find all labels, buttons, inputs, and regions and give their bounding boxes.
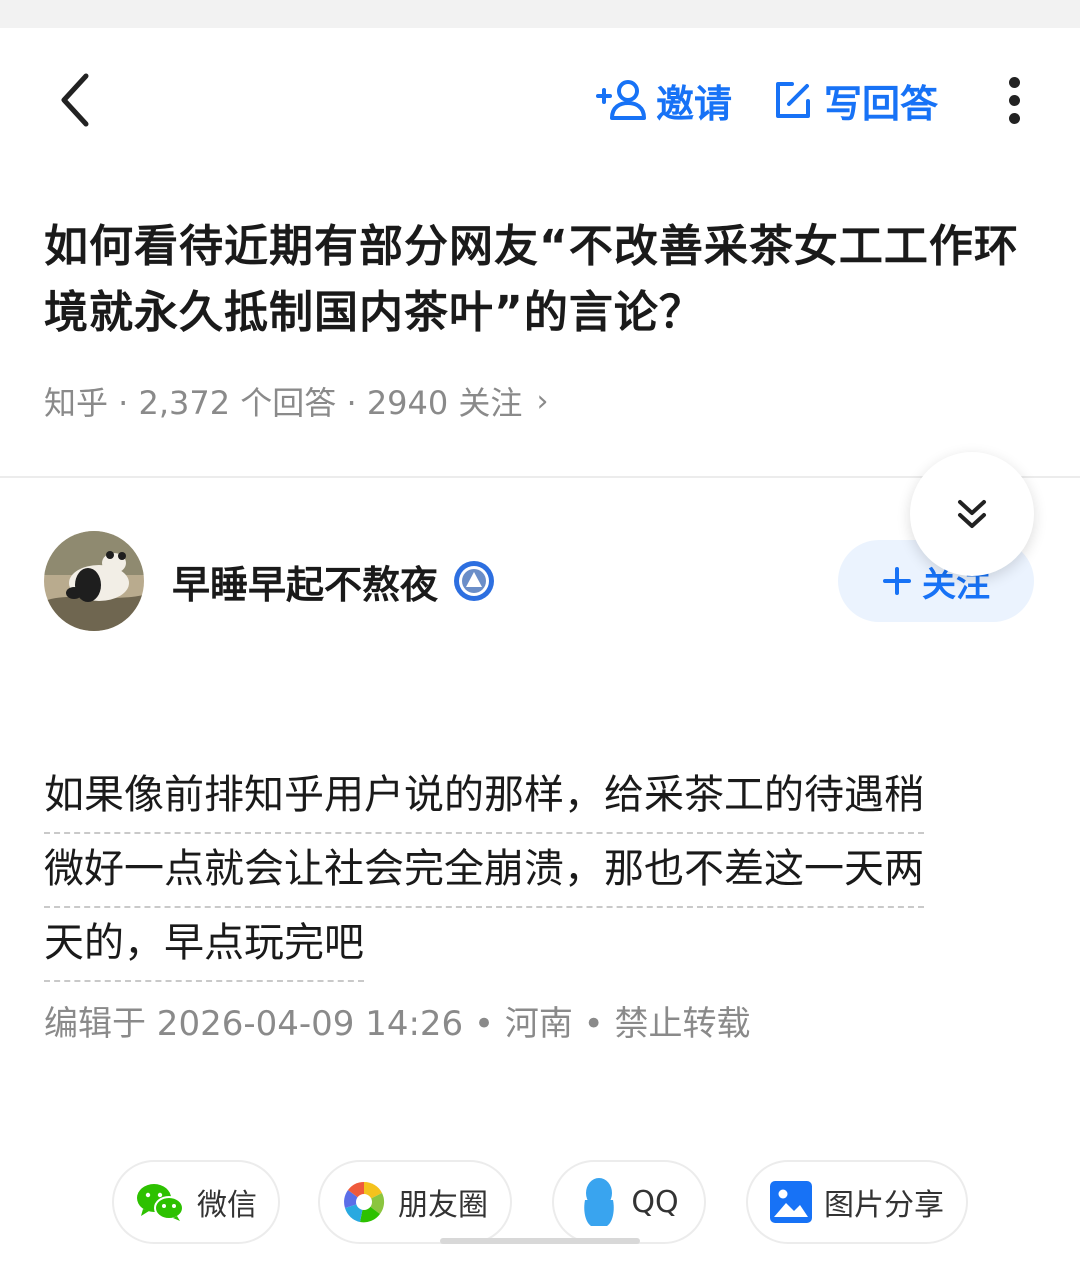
section-divider (0, 476, 1080, 478)
chevron-left-icon (61, 73, 89, 127)
more-dot (1008, 94, 1020, 106)
answer-content[interactable]: 如果像前排知乎用户说的那样，给采茶工的待遇稍 微好一点就会让社会完全崩溃，那也不… (44, 760, 1008, 982)
verified-badge-icon (454, 561, 495, 601)
panda-avatar-image (44, 531, 144, 631)
question-meta-text: 知乎 · 2,372 个回答 · 2940 关注 (44, 384, 523, 422)
share-image-label: 图片分享 (824, 1188, 944, 1223)
answer-line: 天的，早点玩完吧 (44, 908, 364, 982)
edit-meta: 编辑于 2026-04-09 14:26 • 河南 • 禁止转载 (44, 1004, 751, 1044)
image-icon (770, 1181, 812, 1223)
question-title[interactable]: 如何看待近期有部分网友“不改善采茶女工工作环境就永久抵制国内茶叶”的言论？ (44, 214, 1034, 346)
write-answer-button[interactable]: 写回答 (772, 72, 938, 128)
double-chevron-down-icon (958, 500, 986, 528)
share-bar: 微信 朋友圈 QQ 图片分享 (0, 1160, 1080, 1244)
more-dot (1008, 76, 1020, 88)
share-wechat-label: 微信 (197, 1188, 257, 1223)
avatar[interactable] (44, 531, 144, 631)
share-image-button[interactable]: 图片分享 (746, 1160, 968, 1244)
write-answer-label: 写回答 (824, 81, 939, 126)
share-qq-button[interactable]: QQ (552, 1160, 706, 1244)
wechat-icon (137, 1184, 184, 1221)
plus-icon (883, 567, 911, 595)
share-wechat-button[interactable]: 微信 (112, 1160, 280, 1244)
top-bar: 邀请 写回答 (0, 28, 1080, 178)
share-qq-label: QQ (631, 1184, 679, 1220)
collapse-button[interactable] (910, 452, 1034, 576)
question-meta[interactable]: 知乎 · 2,372 个回答 · 2940 关注 › (44, 378, 548, 424)
moments-icon (344, 1181, 385, 1223)
edit-icon (776, 82, 810, 118)
more-button[interactable] (994, 72, 1034, 128)
answer-author: 早睡早起不熬夜 (44, 530, 496, 632)
chevron-right-icon: › (536, 383, 549, 419)
back-button[interactable] (44, 68, 108, 132)
answer-line: 如果像前排知乎用户说的那样，给采茶工的待遇稍 (44, 760, 924, 834)
qq-icon (584, 1178, 615, 1226)
home-indicator (440, 1238, 640, 1244)
share-moments-label: 朋友圈 (398, 1188, 488, 1223)
invite-button[interactable]: 邀请 (596, 72, 732, 128)
share-moments-button[interactable]: 朋友圈 (318, 1160, 512, 1244)
answer-line: 微好一点就会让社会完全崩溃，那也不差这一天两 (44, 834, 924, 908)
author-name[interactable]: 早睡早起不熬夜 (172, 554, 438, 609)
invite-label: 邀请 (656, 81, 733, 126)
add-user-icon (596, 80, 646, 120)
more-dot (1008, 112, 1020, 124)
status-strip (0, 0, 1080, 28)
